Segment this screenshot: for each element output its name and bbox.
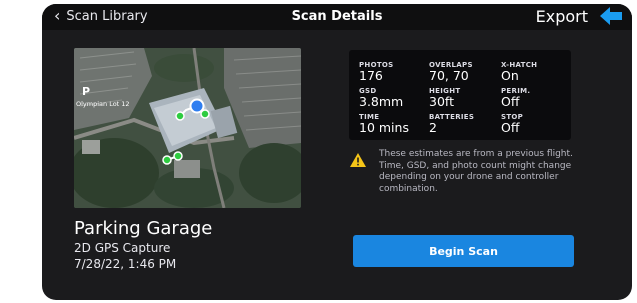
current-position-marker[interactable] (189, 98, 205, 114)
stat-value: 30ft (429, 94, 454, 109)
stat-photos: PHOTOS 176 (359, 61, 394, 82)
warning-icon (350, 153, 366, 167)
stat-value: 70, 70 (429, 68, 469, 83)
top-nav-bar: ‹ Scan Library Scan Details Export (42, 4, 632, 30)
waypoint-marker[interactable] (173, 151, 183, 161)
stat-time: TIME 10 mins (359, 113, 409, 134)
stat-gsd: GSD 3.8mm (359, 87, 403, 108)
stat-stop: STOP Off (501, 113, 523, 134)
stat-overlaps: OVERLAPS 70, 70 (429, 61, 473, 82)
stat-x-hatch: X-HATCH On (501, 61, 537, 82)
warning-text: These estimates are from a previous flig… (379, 149, 573, 194)
scan-date: 7/28/22, 1:46 PM (74, 257, 177, 271)
stat-height: HEIGHT 30ft (429, 87, 460, 108)
stat-value: 10 mins (359, 120, 409, 135)
capture-type: 2D GPS Capture (74, 241, 171, 255)
stat-value: Off (501, 120, 520, 135)
scan-details-screen: ‹ Scan Library Scan Details Export P Oly… (42, 4, 632, 300)
waypoint-marker[interactable] (175, 111, 185, 121)
map-poi-label: Olympian Lot 12 (76, 100, 130, 108)
scan-summary: Parking Garage 2D GPS Capture 7/28/22, 1… (74, 218, 212, 272)
stat-value: 176 (359, 68, 383, 83)
site-title: Parking Garage (74, 218, 213, 239)
stat-value: 2 (429, 120, 437, 135)
parking-symbol: P (82, 85, 90, 98)
begin-scan-button[interactable]: Begin Scan (353, 235, 574, 267)
satellite-map[interactable]: P Olympian Lot 12 (74, 48, 301, 208)
export-button[interactable]: Export (536, 7, 588, 26)
scan-stats-panel: PHOTOS 176 OVERLAPS 70, 70 X-HATCH On GS… (349, 50, 571, 140)
stat-batteries: BATTERIES 2 (429, 113, 474, 134)
waypoint-marker[interactable] (162, 155, 172, 165)
stat-value: Off (501, 94, 520, 109)
stat-value: 3.8mm (359, 94, 404, 109)
arrow-left-icon[interactable] (598, 5, 624, 27)
map-imagery: P Olympian Lot 12 (74, 48, 301, 208)
stat-perimeter: PERIM. Off (501, 87, 530, 108)
stat-value: On (501, 68, 519, 83)
